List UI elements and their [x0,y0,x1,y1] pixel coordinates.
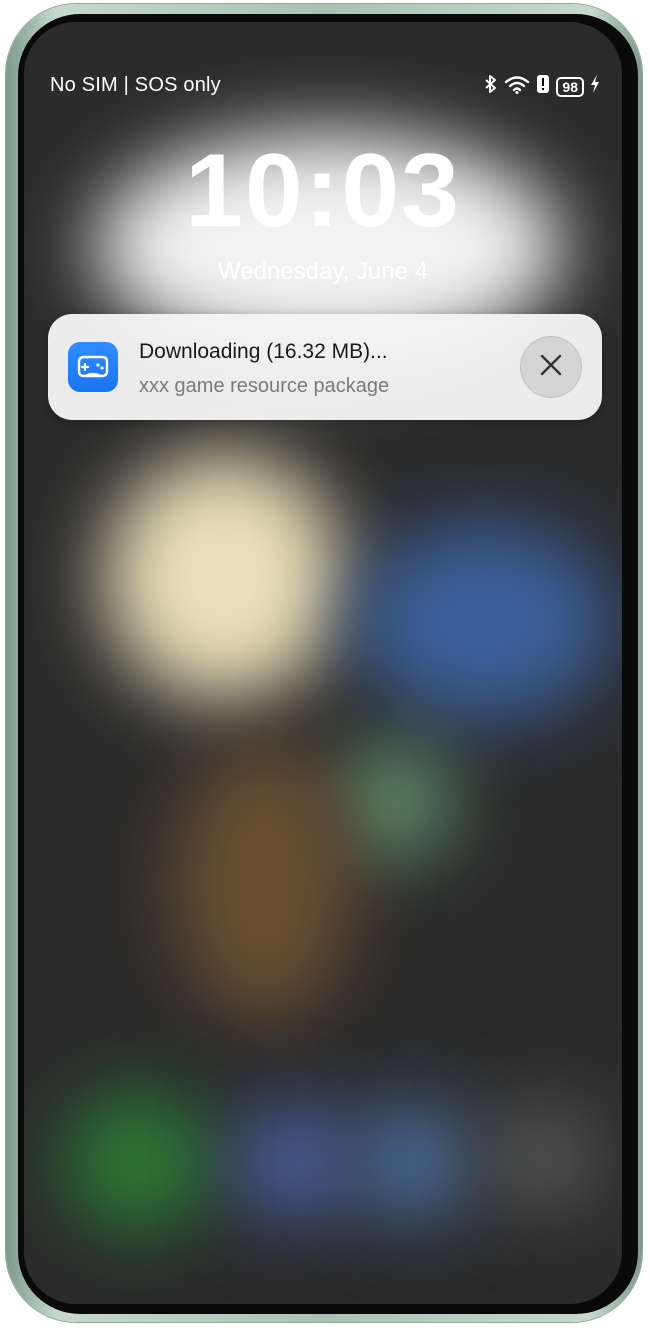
notification-title: Downloading (16.32 MB)... [139,340,388,363]
bluetooth-icon [484,74,498,99]
gamepad-icon [68,342,118,392]
carrier-label: No SIM | SOS only [50,74,221,96]
battery-icon: 98 [556,76,584,97]
dismiss-notification-button[interactable] [520,336,582,398]
download-notification[interactable]: Downloading (16.32 MB)... xxx game resou… [48,314,602,420]
close-icon [539,353,563,382]
notification-subtitle: xxx game resource package [139,375,390,397]
lock-clock: 10:03 [185,133,461,249]
charging-icon [590,74,600,99]
status-bar: No SIM | SOS only 98 [24,22,622,97]
alert-icon [536,74,550,99]
lock-screen: No SIM | SOS only 98 10:03 Wednesday, Ju… [24,22,622,1304]
wifi-icon [504,74,530,99]
lock-date: Wednesday, June 4 [218,258,428,285]
battery-level: 98 [562,78,578,95]
status-icons: 98 [484,74,600,99]
